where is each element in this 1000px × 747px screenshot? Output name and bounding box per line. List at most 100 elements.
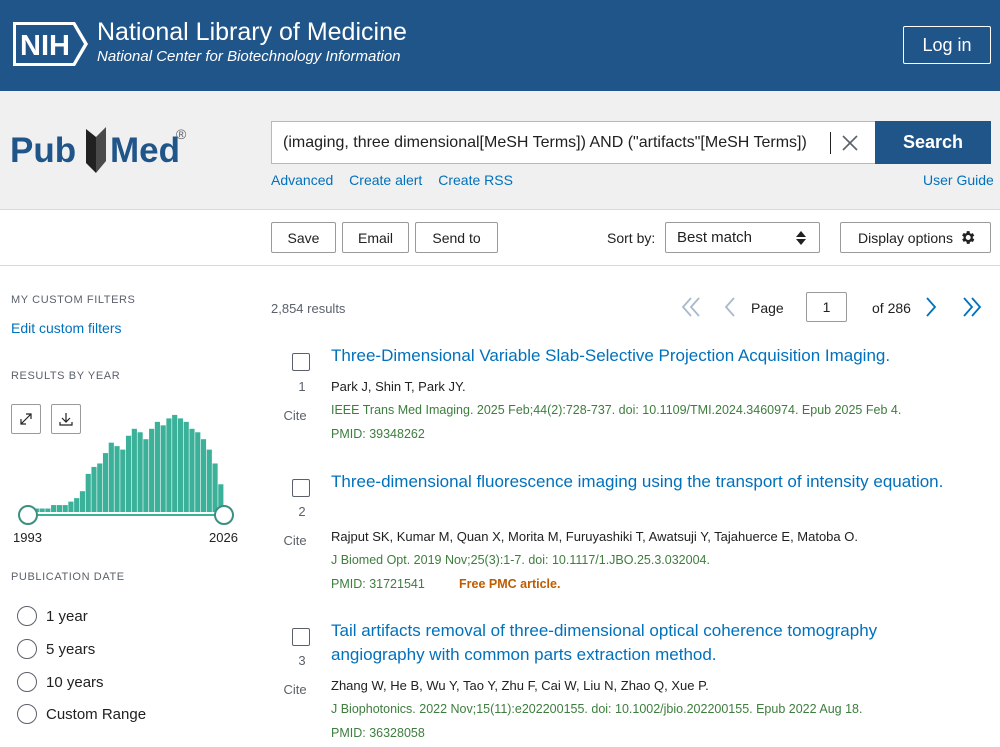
save-button[interactable]: Save <box>271 222 336 253</box>
login-button[interactable]: Log in <box>903 26 991 64</box>
article-title[interactable]: Tail artifacts removal of three-dimensio… <box>331 619 951 667</box>
radio-button[interactable] <box>17 704 37 724</box>
first-page-icon[interactable] <box>680 295 702 319</box>
cite-button[interactable]: Cite <box>280 533 310 548</box>
search-button[interactable]: Search <box>875 121 991 164</box>
date-option-5-years[interactable]: 5 years <box>17 639 95 659</box>
search-input[interactable] <box>283 122 823 163</box>
date-option-label: 1 year <box>46 607 88 625</box>
action-bar: Save Email Send to Sort by: Best match D… <box>0 211 1000 266</box>
year-bar[interactable] <box>206 449 212 512</box>
year-bar[interactable] <box>45 508 51 512</box>
article-checkbox[interactable] <box>292 353 310 371</box>
cite-button[interactable]: Cite <box>280 682 310 697</box>
year-bar[interactable] <box>91 466 97 512</box>
article-title[interactable]: Three-Dimensional Variable Slab-Selectiv… <box>331 344 951 368</box>
date-option-label: Custom Range <box>46 705 147 723</box>
article-number: 3 <box>298 653 306 668</box>
article-pmid: PMID: 39348262 <box>331 427 425 441</box>
user-guide-link[interactable]: User Guide <box>923 172 994 188</box>
send-to-button[interactable]: Send to <box>415 222 498 253</box>
year-bar[interactable] <box>189 428 195 512</box>
year-end-label: 2026 <box>209 530 238 545</box>
year-bar[interactable] <box>172 414 178 512</box>
sort-select[interactable]: Best match <box>665 222 820 253</box>
year-bar[interactable] <box>56 505 62 512</box>
year-bar[interactable] <box>114 446 120 512</box>
date-option-1-year[interactable]: 1 year <box>17 606 88 626</box>
advanced-link[interactable]: Advanced <box>271 172 333 188</box>
radio-button[interactable] <box>17 639 37 659</box>
year-bar[interactable] <box>166 418 172 512</box>
text-caret <box>830 132 831 154</box>
article-number: 2 <box>298 504 306 519</box>
article-title[interactable]: Three-dimensional fluorescence imaging u… <box>331 470 951 494</box>
year-bar[interactable] <box>131 428 137 512</box>
article-journal: J Biomed Opt. 2019 Nov;25(3):1-7. doi: 1… <box>331 553 710 567</box>
page-number-input[interactable]: 1 <box>806 292 847 322</box>
year-bar[interactable] <box>51 505 57 512</box>
year-bar[interactable] <box>68 501 74 512</box>
article-pmid: PMID: 31721541 <box>331 577 425 591</box>
create-rss-link[interactable]: Create RSS <box>438 172 513 188</box>
article-checkbox[interactable] <box>292 479 310 497</box>
close-icon <box>842 135 858 151</box>
create-alert-link[interactable]: Create alert <box>349 172 422 188</box>
last-page-icon[interactable] <box>961 295 983 319</box>
nih-subtitle: National Center for Biotechnology Inform… <box>97 48 401 65</box>
year-bar[interactable] <box>102 453 109 512</box>
pubmed-logo[interactable]: Pub Med ® <box>10 115 195 182</box>
year-bar[interactable] <box>126 435 132 512</box>
year-bar[interactable] <box>160 425 166 512</box>
year-bar[interactable] <box>154 421 160 512</box>
year-bar[interactable] <box>97 463 103 512</box>
article-authors: Rajput SK, Kumar M, Quan X, Morita M, Fu… <box>331 529 858 544</box>
previous-page-icon[interactable] <box>722 295 738 319</box>
year-bar[interactable] <box>195 432 201 512</box>
year-bar[interactable] <box>120 449 126 512</box>
article-number: 1 <box>298 379 306 394</box>
year-bar[interactable] <box>143 439 149 512</box>
page-total: of 286 <box>872 300 911 316</box>
custom-filters-heading: MY CUSTOM FILTERS <box>11 294 136 306</box>
page-label: Page <box>751 300 784 316</box>
year-bar[interactable] <box>79 491 86 512</box>
date-option-custom-range[interactable]: Custom Range <box>17 704 146 724</box>
year-bar[interactable] <box>62 505 68 512</box>
year-bar[interactable] <box>212 463 218 512</box>
search-box <box>271 121 875 164</box>
year-bar[interactable] <box>85 473 91 512</box>
article-checkbox[interactable] <box>292 628 310 646</box>
results-by-year-chart[interactable] <box>11 404 241 530</box>
year-slider-end-handle[interactable] <box>214 505 234 525</box>
article-authors: Park J, Shin T, Park JY. <box>331 379 466 394</box>
year-slider-start-handle[interactable] <box>18 505 38 525</box>
next-page-icon[interactable] <box>923 295 939 319</box>
date-option-10-years[interactable]: 10 years <box>17 672 104 692</box>
nih-logo-text: NIH <box>20 30 70 62</box>
year-bar[interactable] <box>108 442 114 512</box>
year-bar[interactable] <box>183 421 189 512</box>
year-bar[interactable] <box>39 508 45 512</box>
edit-custom-filters-link[interactable]: Edit custom filters <box>11 320 121 336</box>
cite-button[interactable]: Cite <box>280 408 310 423</box>
radio-button[interactable] <box>17 672 37 692</box>
year-bar[interactable] <box>149 428 155 512</box>
nih-logo[interactable]: NIH <box>12 21 90 72</box>
radio-button[interactable] <box>17 606 37 626</box>
article-authors: Zhang W, He B, Wu Y, Tao Y, Zhu F, Cai W… <box>331 678 709 693</box>
year-bar[interactable] <box>137 432 143 512</box>
display-options-button[interactable]: Display options <box>840 222 991 253</box>
email-button[interactable]: Email <box>342 222 409 253</box>
article-journal: J Biophotonics. 2022 Nov;15(11):e2022001… <box>331 702 863 716</box>
article-pmid: PMID: 36328058 <box>331 726 425 740</box>
clear-search-button[interactable] <box>837 130 863 156</box>
svg-text:Med: Med <box>110 131 180 170</box>
year-bar[interactable] <box>200 439 207 512</box>
result-count: 2,854 results <box>271 301 346 316</box>
sort-value: Best match <box>677 229 753 246</box>
year-bar[interactable] <box>74 498 80 512</box>
date-option-label: 10 years <box>46 673 104 691</box>
search-band: Pub Med ® Search Advanced Create alert C… <box>0 91 1000 210</box>
year-bar[interactable] <box>177 418 184 512</box>
